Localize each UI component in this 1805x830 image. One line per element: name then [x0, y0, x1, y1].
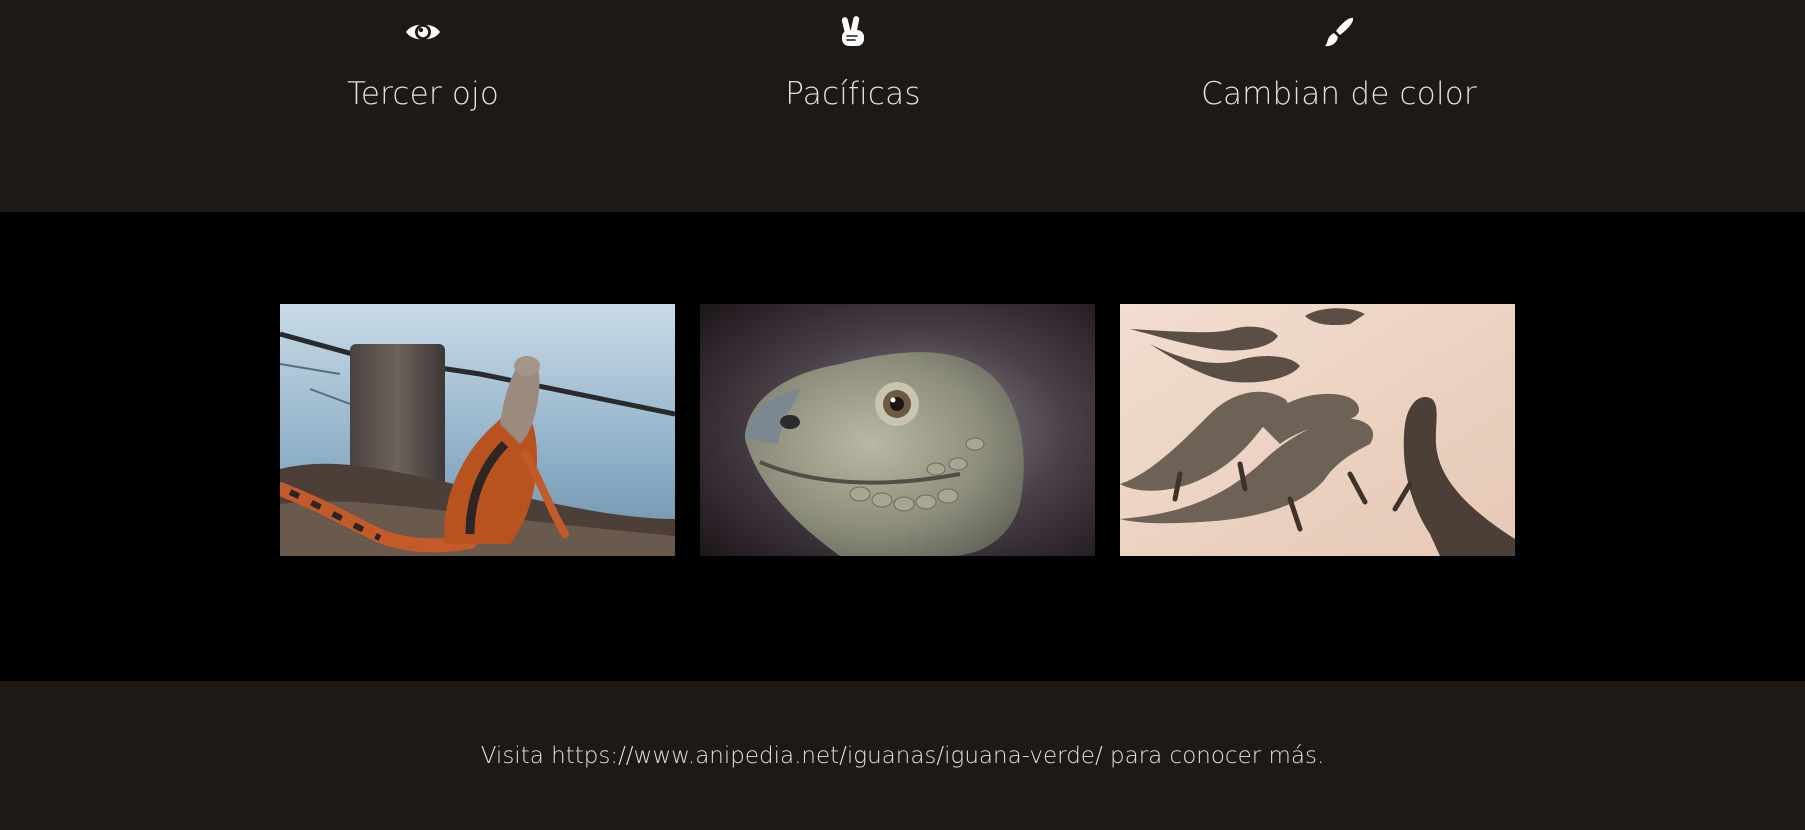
- feature-title: Tercer ojo: [346, 76, 500, 112]
- iguana-head-closeup-photo: [700, 304, 1095, 556]
- features-section: Tercer ojo Pacíficas Cambian de color: [0, 0, 1805, 212]
- iguanas-on-sand-photo: [1120, 304, 1515, 556]
- peace-hand-icon: [833, 14, 873, 50]
- feature-title: Cambian de color: [1201, 76, 1477, 112]
- feature-title: Pacíficas: [785, 76, 921, 112]
- eye-icon: [403, 14, 443, 50]
- photo-gallery: [0, 212, 1805, 681]
- iguana-on-shore-photo: [280, 304, 675, 556]
- footer-note: Visita https://www.anipedia.net/iguanas/…: [480, 743, 1325, 769]
- paint-brush-icon: [1319, 14, 1359, 50]
- footer: Visita https://www.anipedia.net/iguanas/…: [0, 681, 1805, 830]
